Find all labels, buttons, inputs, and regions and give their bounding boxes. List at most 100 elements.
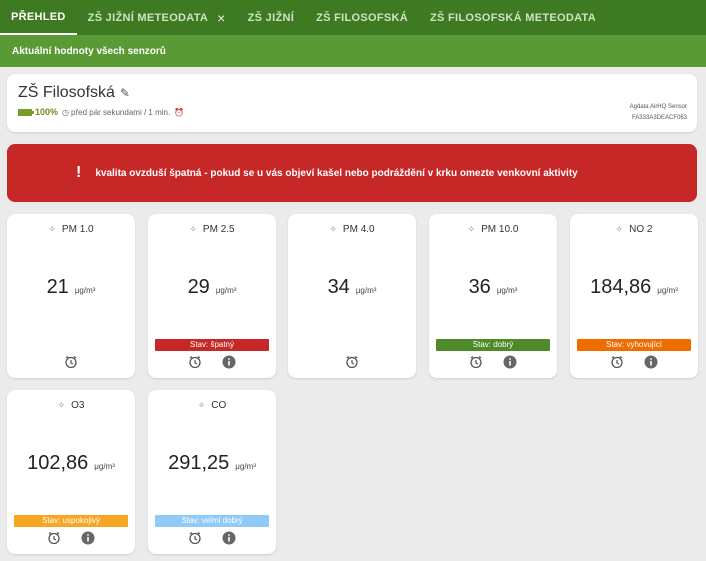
sensor-actions	[148, 531, 276, 545]
tab-zs-filosofska[interactable]: ZŠ FILOSOFSKÁ	[305, 0, 419, 35]
tab-zs-jizni[interactable]: ZŠ JIŽNÍ	[237, 0, 305, 35]
top-navigation: PŘEHLED ZŠ JIŽNÍ METEODATA × ZŠ JIŽNÍ ZŠ…	[0, 0, 706, 35]
battery-icon	[18, 108, 34, 116]
sensor-card: ✧ PM 1.0 21 μg/m³	[7, 214, 135, 378]
sensor-value-number: 291,25	[168, 452, 230, 474]
station-header-card: ZŠ Filosofská ✎ 100% ◷ před pár sekundami…	[7, 74, 697, 132]
tab-prehled[interactable]: PŘEHLED	[0, 0, 77, 35]
sensor-unit: μg/m³	[74, 286, 96, 295]
alarm-icon[interactable]	[188, 531, 202, 545]
alarm-icon[interactable]	[610, 355, 624, 369]
sparkle-icon: ✧	[467, 224, 476, 234]
sensor-actions	[7, 355, 135, 369]
info-icon[interactable]	[222, 531, 236, 545]
sensor-name-text: PM 10.0	[481, 224, 519, 235]
sparkle-icon: ✧	[329, 224, 337, 234]
sensor-unit: μg/m³	[215, 286, 237, 295]
sensor-value-number: 102,86	[27, 452, 89, 474]
section-subtitle: Aktuální hodnoty všech senzorů	[0, 35, 706, 67]
sparkle-icon: ✧	[189, 224, 197, 234]
clock-small-icon: ◷	[62, 107, 70, 117]
sensor-value: 21 μg/m³	[7, 276, 135, 299]
status-badge: Stav: velmi dobrý	[155, 515, 269, 527]
sensor-card: ✧ O3 102,86 μg/m³ Stav: uspokojivý	[7, 390, 135, 554]
sensor-card: ✧ PM 4.0 34 μg/m³	[288, 214, 416, 378]
tab-label: ZŠ FILOSOFSKÁ METEODATA	[429, 11, 596, 24]
tab-zs-jizni-meteodata[interactable]: ZŠ JIŽNÍ METEODATA ×	[77, 0, 237, 35]
sensor-name-text: PM 4.0	[342, 224, 375, 235]
alarm-icon[interactable]	[345, 355, 359, 369]
sensor-name: ✧ PM 2.5	[148, 224, 276, 235]
sensor-card: ✧ NO 2 184,86 μg/m³ Stav: vyhovující	[570, 214, 698, 378]
status-badge: Stav: uspokojivý	[14, 515, 128, 527]
info-icon[interactable]	[222, 355, 236, 369]
sensor-name-text: PM 1.0	[61, 224, 94, 235]
tab-label: ZŠ JIŽNÍ	[247, 11, 295, 24]
sensor-value: 291,25 μg/m³	[148, 452, 276, 475]
info-icon[interactable]	[503, 355, 517, 369]
sensor-value-number: 34	[327, 276, 350, 298]
sparkle-icon: ✧	[48, 224, 56, 234]
tab-label: ZŠ JIŽNÍ METEODATA	[87, 11, 209, 24]
tab-label: PŘEHLED	[11, 10, 66, 23]
sparkle-icon: ✧	[615, 224, 624, 234]
station-title: ZŠ Filosofská ✎	[18, 84, 130, 102]
sensor-unit: μg/m³	[496, 286, 518, 295]
sensor-name-text: O3	[71, 400, 85, 411]
sensor-unit: μg/m³	[235, 462, 256, 471]
tab-label: ZŠ FILOSOFSKÁ	[316, 11, 408, 24]
device-info: Agdata AirHQ Sensor FA333A3DEACF063	[630, 102, 687, 124]
tab-zs-filosofska-meteodata[interactable]: ZŠ FILOSOFSKÁ METEODATA	[419, 0, 607, 35]
sensor-value-number: 36	[468, 276, 491, 298]
alarm-small-icon[interactable]: ⏰	[174, 108, 184, 117]
sensor-value: 184,86 μg/m³	[570, 276, 698, 299]
sensor-value-number: 21	[46, 276, 69, 298]
last-update-text: před pár sekundami / 1 min.	[71, 107, 171, 117]
status-badge: Stav: špatný	[155, 339, 269, 351]
device-id: FA333A3DEACF063	[631, 115, 687, 121]
sensor-actions	[570, 355, 698, 369]
status-badge: Stav: vyhovující	[577, 339, 691, 351]
sensor-value: 29 μg/m³	[148, 276, 276, 299]
alarm-icon[interactable]	[188, 355, 202, 369]
sensor-name-text: PM 2.5	[202, 224, 235, 235]
alarm-icon[interactable]	[64, 355, 78, 369]
sensor-name-text: NO 2	[629, 224, 653, 235]
sensor-card: ✧ CO 291,25 μg/m³ Stav: velmi dobrý	[148, 390, 276, 554]
sensor-name: ✧ PM 1.0	[7, 224, 135, 235]
sensor-name: ✧ PM 4.0	[288, 224, 416, 235]
sensor-value: 102,86 μg/m³	[7, 452, 135, 475]
info-icon[interactable]	[644, 355, 658, 369]
sparkle-icon: ✧	[57, 400, 66, 410]
exclamation-icon: !	[76, 164, 82, 181]
sensor-value: 34 μg/m³	[288, 276, 416, 299]
sensor-name: ✧ O3	[7, 400, 135, 411]
device-name: Agdata AirHQ Sensor	[629, 104, 687, 110]
station-status: 100% ◷ před pár sekundami / 1 min. ⏰	[18, 107, 184, 117]
sensor-value-number: 184,86	[590, 276, 652, 298]
sensor-value: 36 μg/m³	[429, 276, 557, 299]
sensor-card: ✧ PM 2.5 29 μg/m³ Stav: špatný	[148, 214, 276, 378]
station-title-text: ZŠ Filosofská	[18, 84, 115, 101]
sparkle-icon: ✧	[197, 400, 206, 410]
sensor-actions	[429, 355, 557, 369]
sensor-name: ✧ PM 10.0	[429, 224, 557, 235]
alarm-icon[interactable]	[47, 531, 61, 545]
sensor-unit: μg/m³	[657, 286, 678, 295]
sensor-card: ✧ PM 10.0 36 μg/m³ Stav: dobrý	[429, 214, 557, 378]
battery-percentage: 100%	[35, 107, 59, 117]
sensor-name: ✧ CO	[148, 400, 276, 411]
air-quality-alert: ! kvalita ovzduší špatná - pokud se u vá…	[7, 144, 697, 202]
sensor-value-number: 29	[187, 276, 210, 298]
sensor-actions	[7, 531, 135, 545]
pencil-icon[interactable]: ✎	[120, 86, 130, 100]
alert-message: kvalita ovzduší špatná - pokud se u vás …	[95, 167, 578, 179]
status-badge: Stav: dobrý	[436, 339, 550, 351]
sensor-name: ✧ NO 2	[570, 224, 698, 235]
info-icon[interactable]	[81, 531, 95, 545]
sensor-actions	[148, 355, 276, 369]
alarm-icon[interactable]	[469, 355, 483, 369]
close-icon[interactable]: ×	[217, 10, 225, 26]
sensor-unit: μg/m³	[94, 462, 115, 471]
sensor-unit: μg/m³	[355, 286, 377, 295]
